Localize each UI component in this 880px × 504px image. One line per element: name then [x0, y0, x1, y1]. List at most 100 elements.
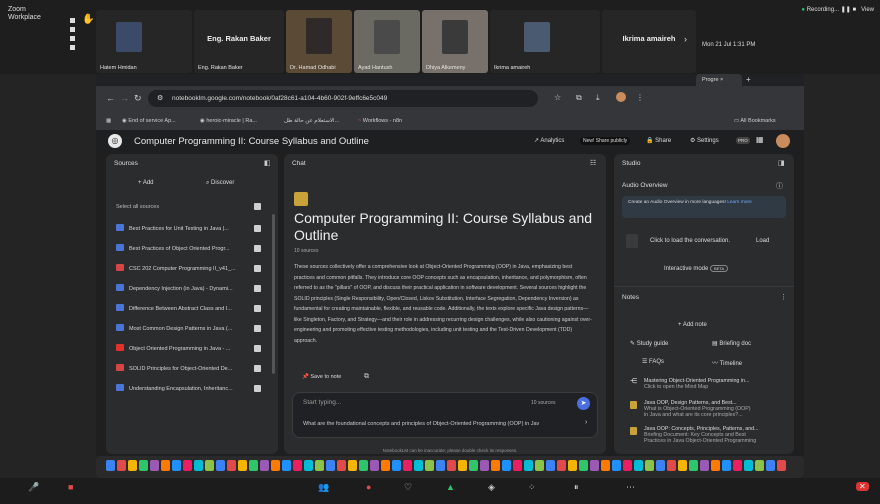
source-item[interactable]: Best Practices of Object Oriented Progr.…: [116, 244, 266, 254]
dock-app-icon[interactable]: [205, 460, 214, 471]
chevron-right-icon[interactable]: ›: [585, 419, 587, 426]
dock-app-icon[interactable]: [601, 460, 610, 471]
source-item[interactable]: Dependency Injection (in Java) - Dynami.…: [116, 284, 266, 294]
mute-icon[interactable]: 🎤: [28, 482, 39, 493]
dock-app-icon[interactable]: [128, 460, 137, 471]
dock-app-icon[interactable]: [535, 460, 544, 471]
briefing-doc-button[interactable]: ▤ Briefing doc: [712, 340, 751, 347]
participant-tile[interactable]: Eng. Rakan Baker Eng. Rakan Baker: [194, 10, 284, 73]
dock-app-icon[interactable]: [546, 460, 555, 471]
source-item[interactable]: SOLID Principles for Object-Oriented De.…: [116, 364, 266, 374]
dock-app-icon[interactable]: [524, 460, 533, 471]
collapse-panel-icon[interactable]: ◧: [264, 159, 271, 167]
participant-tile[interactable]: Hatem Hmidan: [96, 10, 192, 73]
source-item[interactable]: Object Oriented Programming in Java - ..…: [116, 344, 266, 354]
dock-app-icon[interactable]: [326, 460, 335, 471]
dock-app-icon[interactable]: [502, 460, 511, 471]
dock-app-icon[interactable]: [260, 460, 269, 471]
scrollbar[interactable]: [272, 214, 275, 374]
react-icon[interactable]: ♡: [404, 482, 412, 493]
download-icon[interactable]: ⤓: [596, 93, 600, 103]
source-checkbox[interactable]: [254, 305, 261, 312]
dock-app-icon[interactable]: [568, 460, 577, 471]
dock-app-icon[interactable]: [183, 460, 192, 471]
address-bar[interactable]: ⚙ notebooklm.google.com/notebook/0af28c6…: [148, 90, 538, 107]
reload-icon[interactable]: ↻: [134, 93, 142, 104]
dock-app-icon[interactable]: [238, 460, 247, 471]
notebook-title[interactable]: Computer Programming II: Course Syllabus…: [134, 136, 369, 147]
dock-app-icon[interactable]: [271, 460, 280, 471]
apps-grid-icon[interactable]: ▦: [756, 135, 764, 144]
share-publicly-button[interactable]: New! Share publicly: [580, 137, 631, 145]
learn-more-link[interactable]: Learn more: [727, 200, 752, 205]
dock-app-icon[interactable]: [403, 460, 412, 471]
source-checkbox[interactable]: [254, 225, 261, 232]
apps-icon[interactable]: ▦: [106, 118, 111, 124]
dock-app-icon[interactable]: [623, 460, 632, 471]
record-icon[interactable]: ⏸: [574, 482, 579, 493]
dock-app-icon[interactable]: [282, 460, 291, 471]
dock-app-icon[interactable]: [700, 460, 709, 471]
bookmark-item[interactable]: ◉ End of service Ap...: [122, 118, 176, 124]
apps-icon[interactable]: ⁘: [528, 482, 536, 493]
all-bookmarks[interactable]: ▭ All Bookmarks: [734, 118, 776, 124]
dock-app-icon[interactable]: [359, 460, 368, 471]
participant-tile[interactable]: Dr. Hamad Odhabi: [286, 10, 352, 73]
dock-app-icon[interactable]: [612, 460, 621, 471]
dock-app-icon[interactable]: [381, 460, 390, 471]
dock-app-icon[interactable]: [744, 460, 753, 471]
dock-app-icon[interactable]: [579, 460, 588, 471]
video-off-icon[interactable]: ■: [68, 482, 73, 492]
dock-app-icon[interactable]: [414, 460, 423, 471]
note-item[interactable]: Java OOP: Concepts, Principles, Patterns…: [630, 426, 780, 444]
dock-app-icon[interactable]: [645, 460, 654, 471]
suggested-question[interactable]: What are the foundational concepts and p…: [303, 421, 573, 427]
source-item[interactable]: Difference Between Abstract Class and I.…: [116, 304, 266, 314]
dock-app-icon[interactable]: [150, 460, 159, 471]
dock-app-icon[interactable]: [755, 460, 764, 471]
dock-app-icon[interactable]: [117, 460, 126, 471]
dock-app-icon[interactable]: [161, 460, 170, 471]
info-icon[interactable]: ⓘ: [776, 181, 783, 191]
source-checkbox[interactable]: [254, 345, 261, 352]
participant-tile[interactable]: Ayad Hantush: [354, 10, 420, 73]
dock-app-icon[interactable]: [216, 460, 225, 471]
dock-app-icon[interactable]: [447, 460, 456, 471]
dock-app-icon[interactable]: [711, 460, 720, 471]
dock-app-icon[interactable]: [678, 460, 687, 471]
save-to-note-button[interactable]: 📌 Save to note: [302, 374, 341, 380]
faqs-button[interactable]: ☰ FAQs: [642, 358, 664, 365]
more-options-icon[interactable]: ⋮: [780, 293, 787, 301]
dock-app-icon[interactable]: [315, 460, 324, 471]
dock-app-icon[interactable]: [293, 460, 302, 471]
source-checkbox[interactable]: [254, 245, 261, 252]
dock-app-icon[interactable]: [513, 460, 522, 471]
dock-app-icon[interactable]: [436, 460, 445, 471]
end-meeting-icon[interactable]: ✕: [856, 482, 869, 491]
send-icon[interactable]: ➤: [577, 397, 590, 410]
share-screen-icon[interactable]: ▲: [446, 482, 455, 492]
close-icon[interactable]: ×: [720, 77, 723, 83]
dock-app-icon[interactable]: [370, 460, 379, 471]
dock-app-icon[interactable]: [425, 460, 434, 471]
chat-input[interactable]: Start typing...: [303, 399, 341, 406]
note-item[interactable]: ⋲ Mastering Object-Oriented Programming …: [630, 378, 780, 390]
notebooklm-logo-icon[interactable]: ◎: [108, 134, 122, 148]
bookmark-item[interactable]: الاستعلام عن حالة طل...: [284, 118, 339, 124]
source-checkbox[interactable]: [254, 385, 261, 392]
participants-icon[interactable]: 👥: [318, 482, 329, 493]
dock-app-icon[interactable]: [480, 460, 489, 471]
add-note-button[interactable]: + Add note: [678, 322, 707, 328]
bookmark-item[interactable]: ◉ heroic-miracle | Ra...: [200, 118, 257, 124]
collapse-panel-icon[interactable]: ◨: [778, 159, 785, 167]
dock-app-icon[interactable]: [348, 460, 357, 471]
chevron-right-icon[interactable]: ›: [684, 34, 687, 44]
dock-app-icon[interactable]: [733, 460, 742, 471]
dock-app-icon[interactable]: [590, 460, 599, 471]
dock-app-icon[interactable]: [491, 460, 500, 471]
participant-tile[interactable]: Ikrima amaireh: [602, 10, 696, 73]
source-checkbox[interactable]: [254, 285, 261, 292]
copy-icon[interactable]: ⧉: [364, 373, 369, 381]
source-item[interactable]: Most Common Design Patterns in Java (...: [116, 324, 266, 334]
source-item[interactable]: Best Practices for Unit Testing in Java …: [116, 224, 266, 234]
